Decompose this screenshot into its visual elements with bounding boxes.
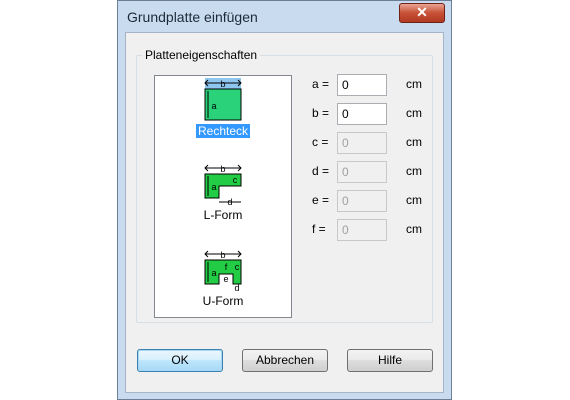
dim-label-e: e [223,274,228,284]
shape-item-u-form[interactable]: b a f c e d U-Form [155,250,291,310]
field-input-e[interactable] [337,190,387,212]
ok-button[interactable]: OK [137,349,223,372]
field-input-d[interactable] [337,161,387,183]
unit-label-d: cm [406,164,422,178]
dim-label-a: a [211,182,216,192]
dim-label-a: a [211,101,216,111]
dim-label-b: b [220,79,225,89]
dim-label-d: d [234,283,239,292]
field-label-b: b = [312,106,330,120]
dialog-window: Grundplatte einfügen ✕ Platteneigenschaf… [117,0,452,400]
unit-label-a: cm [406,77,422,91]
dim-label-d: d [227,197,232,206]
field-label-d: d = [312,164,330,178]
unit-label-e: cm [406,193,422,207]
l-shape-icon: b a c d [204,164,242,206]
shape-label-rechteck: Rechteck [195,124,251,138]
field-input-a[interactable] [337,74,387,96]
field-label-e: e = [312,193,330,207]
field-input-f[interactable] [337,219,387,241]
field-input-b[interactable] [337,103,387,125]
dim-label-c: c [233,175,238,185]
dim-label-a: a [211,268,216,278]
u-shape-icon: b a f c e d [204,250,242,292]
properties-group-label: Platteneigenschaften [142,48,261,62]
field-label-a: a = [312,77,330,91]
close-icon: ✕ [416,4,428,20]
dialog-client-area: Platteneigenschaften b a Rechteck b a c … [125,32,444,393]
help-button[interactable]: Hilfe [347,349,433,372]
cancel-button[interactable]: Abbrechen [242,349,328,372]
shape-item-rechteck[interactable]: b a Rechteck [155,78,291,140]
shape-list[interactable]: b a Rechteck b a c d L-Form b a f c e d … [154,75,292,318]
shape-label-l-form: L-Form [203,208,243,222]
field-label-c: c = [312,135,329,149]
close-button[interactable]: ✕ [399,3,445,23]
shape-label-u-form: U-Form [202,294,244,308]
dim-label-c: c [235,262,240,272]
dim-label-b: b [220,250,225,260]
field-label-f: f = [312,222,326,236]
rectangle-shape-icon: b a [204,78,242,121]
shape-item-l-form[interactable]: b a c d L-Form [155,164,291,224]
unit-label-c: cm [406,135,422,149]
unit-label-f: cm [406,222,422,236]
title-bar[interactable]: Grundplatte einfügen ✕ [118,1,451,32]
unit-label-b: cm [406,106,422,120]
field-input-c[interactable] [337,132,387,154]
window-title: Grundplatte einfügen [127,9,258,25]
dim-label-b: b [220,164,225,174]
